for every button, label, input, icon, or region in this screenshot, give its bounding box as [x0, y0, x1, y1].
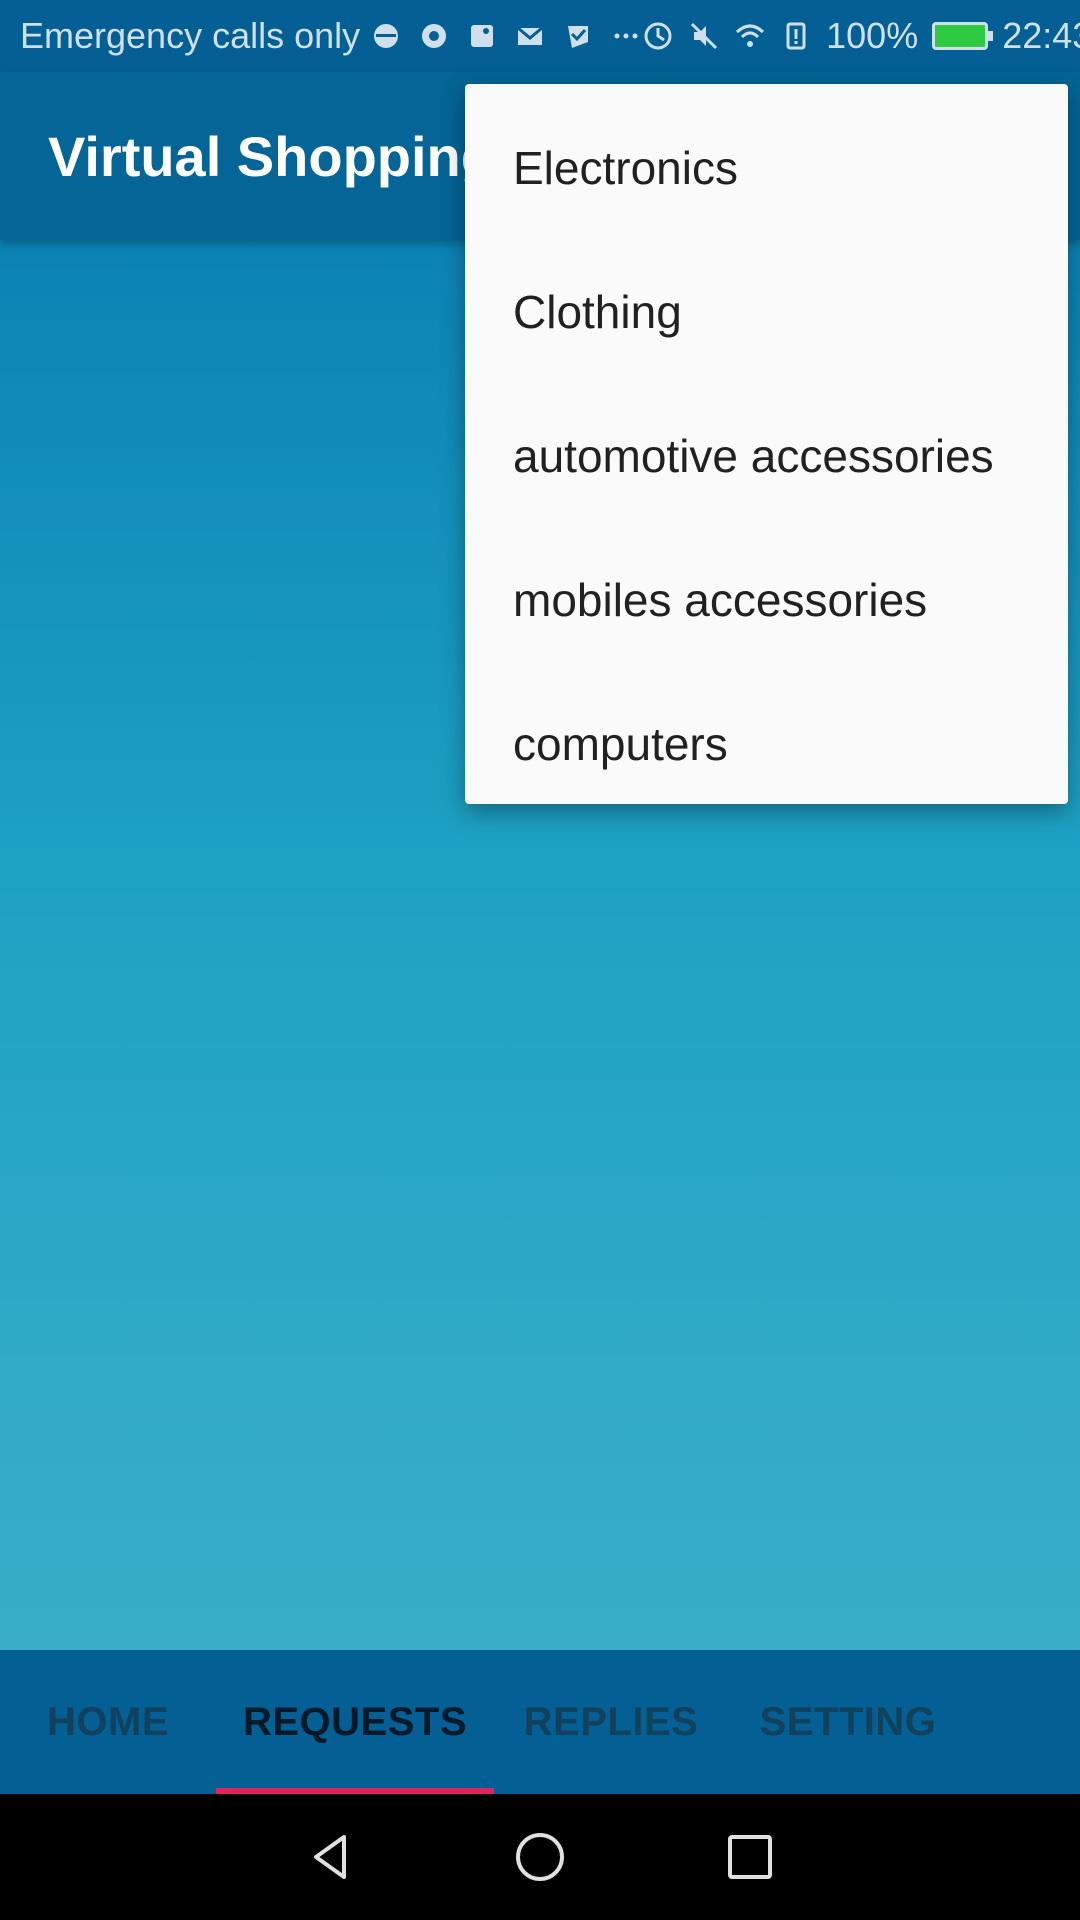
bottom-tab-bar: HOME REQUESTS REPLIES SETTING [0, 1650, 1080, 1794]
battery-percent: 100% [826, 15, 919, 56]
more-icon [610, 20, 642, 52]
system-nav-bar [0, 1794, 1080, 1920]
clock: 22:43 [1002, 15, 1080, 56]
back-triangle-icon [314, 1835, 346, 1879]
maps-icon [466, 20, 498, 52]
menu-item-clothing[interactable]: Clothing [465, 240, 1068, 384]
wifi-icon [734, 20, 766, 52]
chrome-icon [418, 20, 450, 52]
menu-item-electronics[interactable]: Electronics [465, 96, 1068, 240]
battery-icon [932, 22, 994, 50]
menu-item-automotive-accessories[interactable]: automotive accessories [465, 384, 1068, 528]
notification-icons [370, 20, 642, 52]
check-icon [562, 20, 594, 52]
tab-requests[interactable]: REQUESTS [216, 1650, 494, 1794]
tab-replies[interactable]: REPLIES [494, 1650, 728, 1794]
recents-button[interactable] [720, 1827, 780, 1887]
category-dropdown-menu: Electronics Clothing automotive accessor… [465, 84, 1068, 804]
status-right: 100% 22:43 [642, 15, 1080, 57]
status-left: Emergency calls only [20, 15, 360, 57]
tab-setting[interactable]: SETTING [728, 1650, 968, 1794]
mute-icon [688, 20, 720, 52]
tab-home[interactable]: HOME [0, 1650, 216, 1794]
face-icon [370, 20, 402, 52]
alert-sim-icon [780, 20, 812, 52]
status-bar: Emergency calls only 100% 22:4 [0, 0, 1080, 72]
home-button[interactable] [510, 1827, 570, 1887]
app-title: Virtual Shopping [48, 124, 495, 188]
back-button[interactable] [300, 1827, 360, 1887]
carrier-text: Emergency calls only [20, 15, 361, 56]
home-circle-icon [516, 1833, 564, 1881]
menu-item-mobiles-accessories[interactable]: mobiles accessories [465, 528, 1068, 672]
recents-square-icon [728, 1835, 772, 1879]
gmail-icon [514, 20, 546, 52]
data-saver-icon [642, 20, 674, 52]
menu-item-computers[interactable]: computers [465, 672, 1068, 816]
